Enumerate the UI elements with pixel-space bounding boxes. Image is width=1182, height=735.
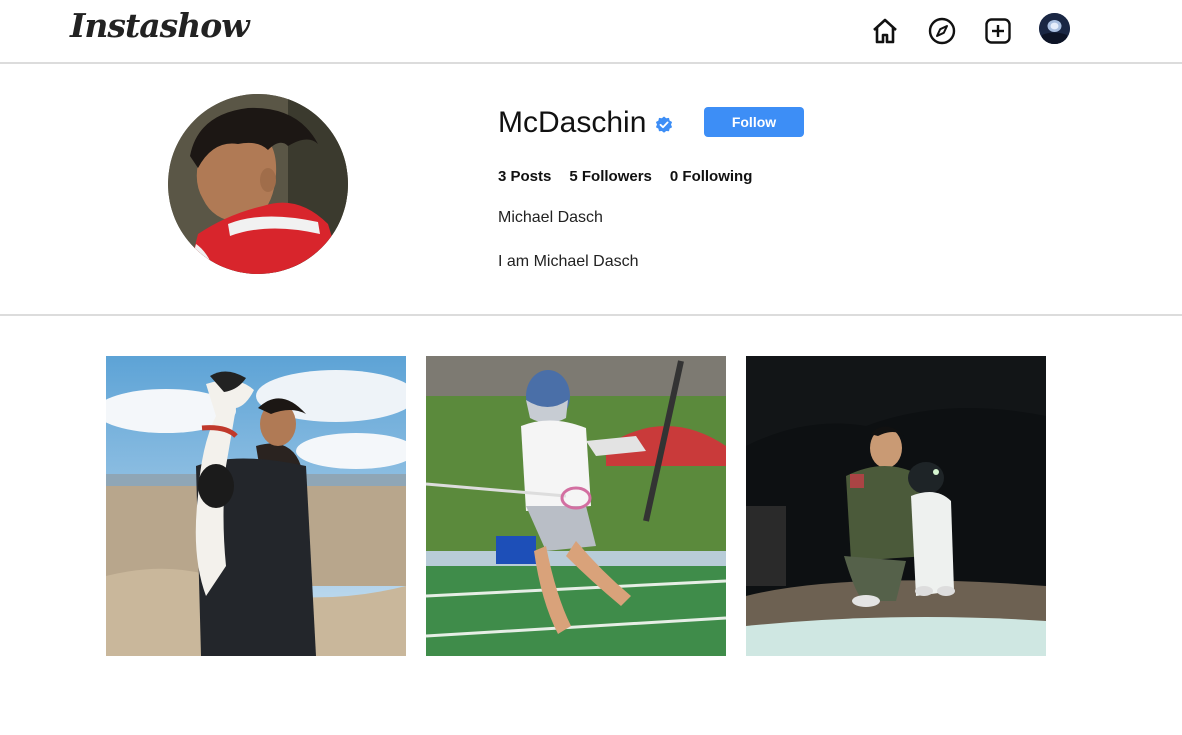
app-logo[interactable]: Instashow bbox=[70, 6, 250, 45]
verified-badge-icon bbox=[655, 116, 673, 133]
posts-grid bbox=[106, 356, 1046, 656]
profile-picture[interactable] bbox=[168, 94, 348, 274]
profile-bio: I am Michael Dasch bbox=[498, 253, 639, 270]
plus-square-icon[interactable] bbox=[982, 15, 1014, 47]
post-thumbnail-3[interactable] bbox=[746, 356, 1046, 656]
profile-full-name: Michael Dasch bbox=[498, 209, 603, 226]
following-count[interactable]: 0 Following bbox=[670, 168, 753, 185]
post-thumbnail-2[interactable] bbox=[426, 356, 726, 656]
user-avatar[interactable] bbox=[1039, 13, 1070, 44]
home-icon[interactable] bbox=[869, 15, 901, 47]
profile-username: McDaschin bbox=[498, 106, 647, 139]
profile-stats: 3 Posts 5 Followers 0 Following bbox=[498, 168, 752, 185]
compass-icon[interactable] bbox=[926, 15, 958, 47]
follow-button[interactable]: Follow bbox=[704, 107, 804, 137]
post-thumbnail-1[interactable] bbox=[106, 356, 406, 656]
followers-count[interactable]: 5 Followers bbox=[569, 168, 652, 185]
top-nav-bar: Instashow bbox=[0, 0, 1182, 64]
profile-header: McDaschin Follow 3 Posts 5 Followers 0 F… bbox=[0, 64, 1182, 316]
posts-count[interactable]: 3 Posts bbox=[498, 168, 551, 185]
